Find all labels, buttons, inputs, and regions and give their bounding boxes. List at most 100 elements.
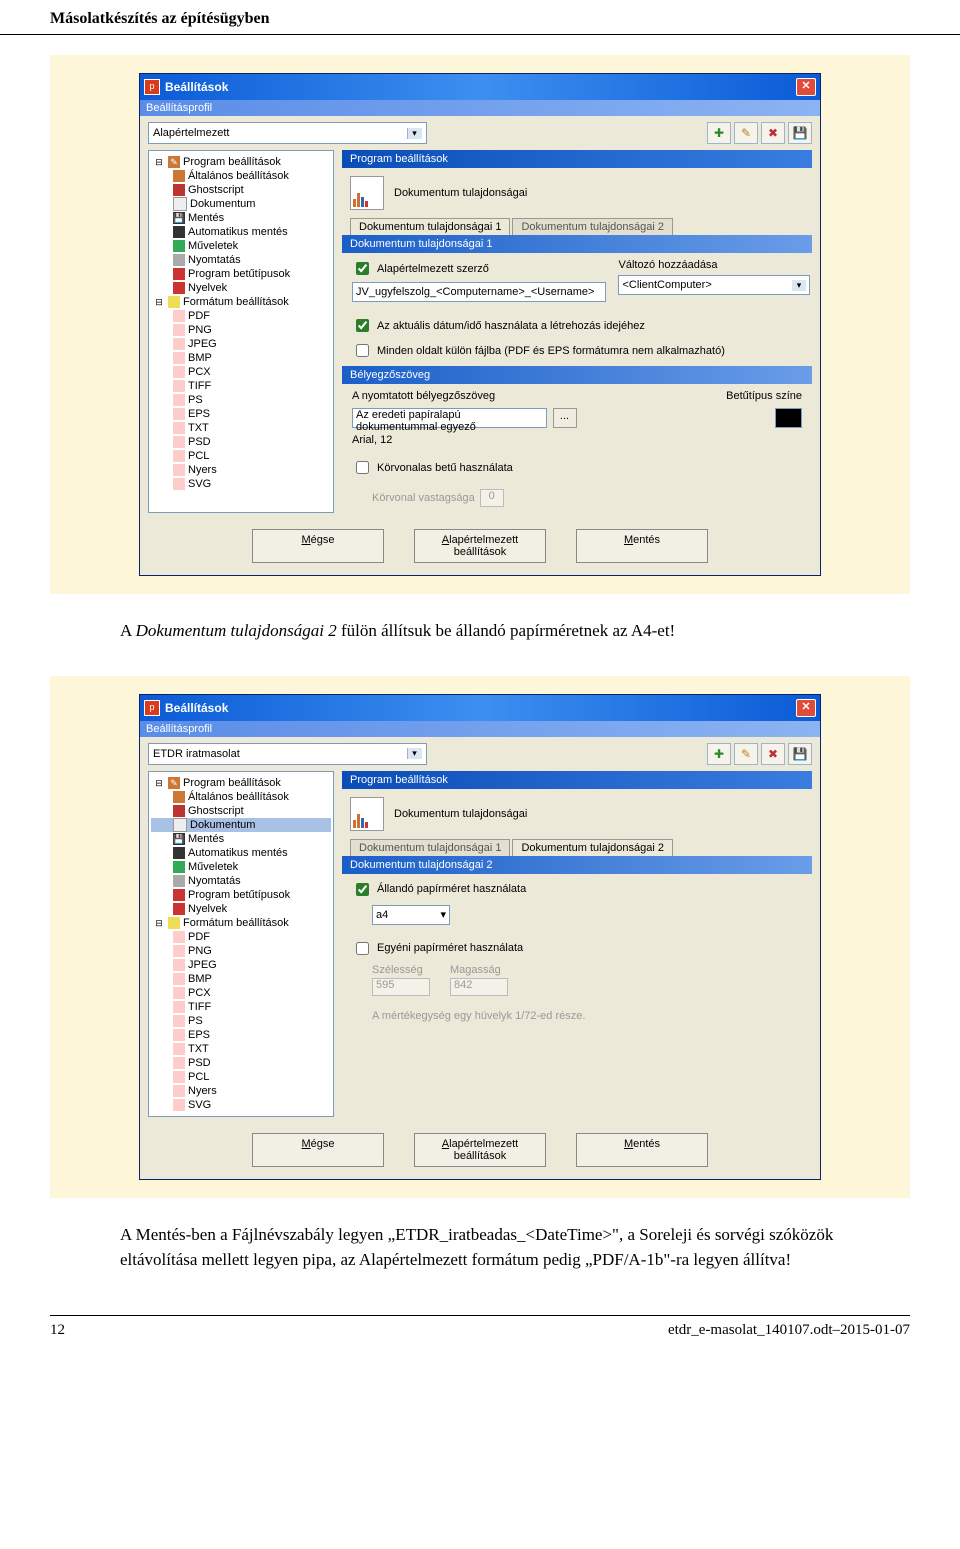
tree-item[interactable]: Általános beállítások bbox=[151, 790, 331, 804]
profile-select[interactable]: Alapértelmezett ▾ bbox=[148, 122, 427, 144]
tree-item[interactable]: JPEG bbox=[151, 337, 331, 351]
font-color-swatch[interactable] bbox=[775, 408, 802, 428]
tree-item[interactable]: PNG bbox=[151, 323, 331, 337]
close-icon[interactable]: ✕ bbox=[796, 699, 816, 717]
tab-props-2[interactable]: Dokumentum tulajdonságai 2 bbox=[512, 218, 672, 235]
tree-item[interactable]: TIFF bbox=[151, 1000, 331, 1014]
tree-item[interactable]: PCX bbox=[151, 986, 331, 1000]
tree-item[interactable]: PDF bbox=[151, 930, 331, 944]
tree-item[interactable]: PNG bbox=[151, 944, 331, 958]
tree-item[interactable]: Műveletek bbox=[151, 239, 331, 253]
font-color-label: Betűtípus színe bbox=[726, 390, 802, 402]
outline-font-checkbox[interactable] bbox=[356, 461, 369, 474]
tree-item[interactable]: Automatikus mentés bbox=[151, 225, 331, 239]
settings-dialog-1: p Beállítások ✕ Beállításprofil Alapérte… bbox=[139, 73, 821, 576]
edit-profile-button[interactable]: ✎ bbox=[734, 743, 758, 765]
cancel-button[interactable]: Mégse bbox=[252, 529, 384, 563]
tree-item[interactable]: 💾Mentés bbox=[151, 211, 331, 225]
paper-size-select[interactable]: a4▾ bbox=[372, 905, 450, 925]
save-button[interactable]: Mentés bbox=[576, 1133, 708, 1167]
edit-profile-button[interactable]: ✎ bbox=[734, 122, 758, 144]
tree-item[interactable]: PCL bbox=[151, 449, 331, 463]
tree-item[interactable]: Nyelvek bbox=[151, 902, 331, 916]
tree-item[interactable]: Általános beállítások bbox=[151, 169, 331, 183]
close-icon[interactable]: ✕ bbox=[796, 78, 816, 96]
fixed-paper-checkbox[interactable] bbox=[356, 883, 369, 896]
section-header: Dokumentum tulajdonságai 2 bbox=[342, 856, 812, 874]
settings-tree[interactable]: ⊟✎Program beállítások Általános beállítá… bbox=[148, 771, 334, 1117]
tree-item[interactable]: EPS bbox=[151, 407, 331, 421]
tree-item[interactable]: Nyomtatás bbox=[151, 253, 331, 267]
defaults-button[interactable]: Alapértelmezettbeállítások bbox=[414, 1133, 546, 1167]
tree-item[interactable]: Program betűtípusok bbox=[151, 267, 331, 281]
tree-item[interactable]: SVG bbox=[151, 477, 331, 491]
tree-item[interactable]: TXT bbox=[151, 1042, 331, 1056]
font-browse-button[interactable]: ... bbox=[553, 408, 577, 428]
tab-props-1[interactable]: Dokumentum tulajdonságai 1 bbox=[350, 839, 510, 856]
tree-item[interactable]: PSD bbox=[151, 435, 331, 449]
tree-item[interactable]: BMP bbox=[151, 351, 331, 365]
save-button[interactable]: Mentés bbox=[576, 529, 708, 563]
page-number: 12 bbox=[50, 1322, 65, 1339]
var-add-select[interactable]: <ClientComputer>▾ bbox=[618, 275, 810, 295]
settings-tree[interactable]: ⊟✎Program beállítások Általános beállítá… bbox=[148, 150, 334, 513]
save-profile-button[interactable]: 💾 bbox=[788, 122, 812, 144]
tree-item[interactable]: Ghostscript bbox=[151, 804, 331, 818]
tree-item[interactable]: EPS bbox=[151, 1028, 331, 1042]
tree-item[interactable]: PCX bbox=[151, 365, 331, 379]
tree-item[interactable]: Program betűtípusok bbox=[151, 888, 331, 902]
tree-root-format[interactable]: ⊟Formátum beállítások bbox=[151, 916, 331, 930]
paragraph-1: A Dokumentum tulajdonságai 2 fülön állít… bbox=[0, 614, 960, 656]
delete-profile-button[interactable]: ✖ bbox=[761, 743, 785, 765]
tree-item[interactable]: PCL bbox=[151, 1070, 331, 1084]
cancel-button[interactable]: Mégse bbox=[252, 1133, 384, 1167]
tree-item[interactable]: TIFF bbox=[151, 379, 331, 393]
font-info: Arial, 12 bbox=[352, 434, 802, 446]
use-date-checkbox[interactable] bbox=[356, 319, 369, 332]
tree-item[interactable]: 💾Mentés bbox=[151, 832, 331, 846]
tree-item[interactable]: Nyelvek bbox=[151, 281, 331, 295]
tree-item[interactable]: Nyomtatás bbox=[151, 874, 331, 888]
tree-item[interactable]: Automatikus mentés bbox=[151, 846, 331, 860]
app-icon: p bbox=[144, 79, 160, 95]
tree-item[interactable]: PSD bbox=[151, 1056, 331, 1070]
defaults-button[interactable]: Alapértelmezettbeállítások bbox=[414, 529, 546, 563]
tree-item[interactable]: PS bbox=[151, 1014, 331, 1028]
tree-root-program[interactable]: ⊟✎Program beállítások bbox=[151, 776, 331, 790]
tree-root-format[interactable]: ⊟Formátum beállítások bbox=[151, 295, 331, 309]
screenshot-wrapper-2: p Beállítások ✕ Beállításprofil ETDR ira… bbox=[50, 676, 910, 1198]
tree-item[interactable]: PS bbox=[151, 393, 331, 407]
footer-filename: etdr_e-masolat_140107.odt–2015-01-07 bbox=[668, 1322, 910, 1339]
tree-item[interactable]: JPEG bbox=[151, 958, 331, 972]
tree-item[interactable]: SVG bbox=[151, 1098, 331, 1112]
delete-profile-button[interactable]: ✖ bbox=[761, 122, 785, 144]
tree-item[interactable]: TXT bbox=[151, 421, 331, 435]
add-profile-button[interactable]: ✚ bbox=[707, 122, 731, 144]
tree-item[interactable]: BMP bbox=[151, 972, 331, 986]
profile-toolbar: ✚ ✎ ✖ 💾 bbox=[707, 122, 812, 144]
save-profile-button[interactable]: 💾 bbox=[788, 743, 812, 765]
stamp-text-input[interactable]: Az eredeti papíralapú dokumentummal egye… bbox=[352, 408, 547, 428]
section-header-2: Bélyegzőszöveg bbox=[342, 366, 812, 384]
tree-item[interactable]: Műveletek bbox=[151, 860, 331, 874]
profile-value: ETDR iratmasolat bbox=[153, 748, 240, 760]
outline-font-label: Körvonalas betű használata bbox=[377, 462, 513, 474]
tree-item[interactable]: Nyers bbox=[151, 1084, 331, 1098]
tab-props-2[interactable]: Dokumentum tulajdonságai 2 bbox=[512, 839, 672, 856]
author-input[interactable]: JV_ugyfelszolg_<Computername>_<Username> bbox=[352, 282, 606, 302]
custom-paper-checkbox[interactable] bbox=[356, 942, 369, 955]
width-input: 595 bbox=[372, 978, 430, 996]
tree-root-program[interactable]: ⊟✎Program beállítások bbox=[151, 155, 331, 169]
default-author-checkbox[interactable] bbox=[356, 262, 369, 275]
tree-item[interactable]: PDF bbox=[151, 309, 331, 323]
tab-props-1[interactable]: Dokumentum tulajdonságai 1 bbox=[350, 218, 510, 235]
tree-item[interactable]: Nyers bbox=[151, 463, 331, 477]
paragraph-2: A Mentés-ben a Fájlnévszabály legyen „ET… bbox=[0, 1218, 960, 1285]
profile-select[interactable]: ETDR iratmasolat ▾ bbox=[148, 743, 427, 765]
tree-item-document[interactable]: Dokumentum bbox=[151, 818, 331, 832]
tree-item[interactable]: Dokumentum bbox=[151, 197, 331, 211]
profile-subheader: Beállításprofil bbox=[140, 100, 820, 116]
add-profile-button[interactable]: ✚ bbox=[707, 743, 731, 765]
tree-item[interactable]: Ghostscript bbox=[151, 183, 331, 197]
each-page-checkbox[interactable] bbox=[356, 344, 369, 357]
